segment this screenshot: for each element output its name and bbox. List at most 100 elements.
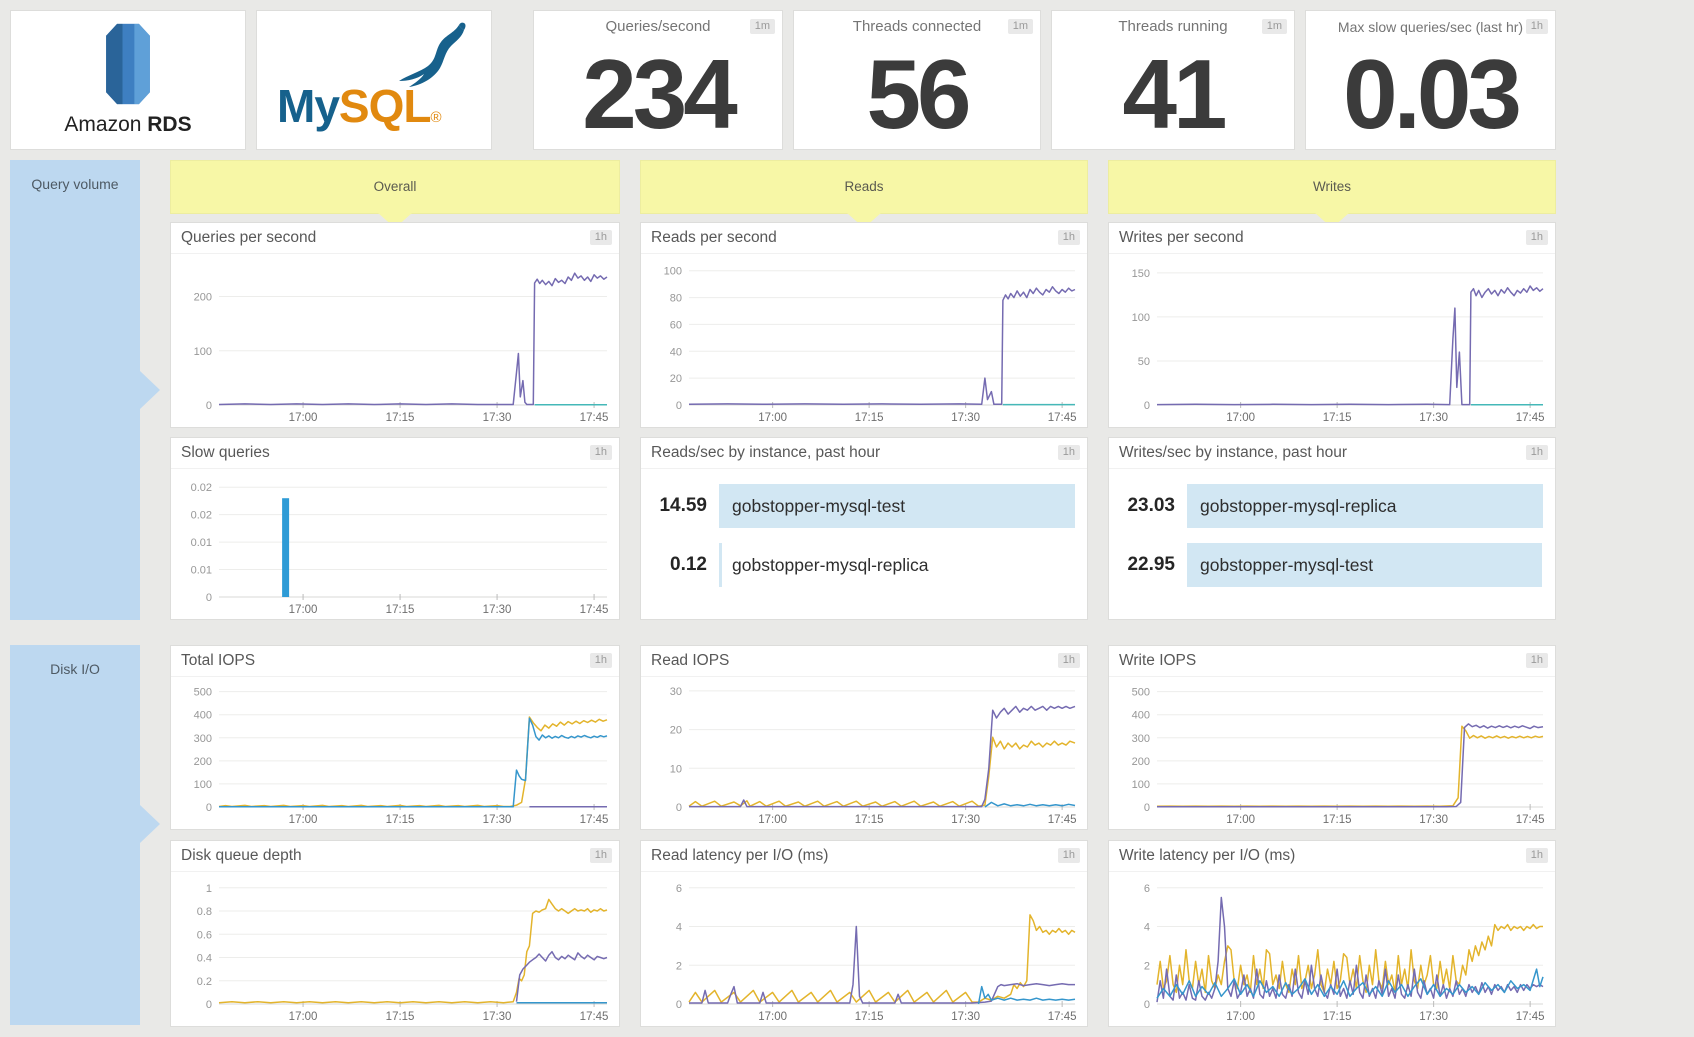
tab-overall: Overall	[170, 160, 620, 214]
bar-chart-svg: 00.010.010.020.0217:0017:1517:3017:45	[173, 469, 617, 617]
svg-text:0.2: 0.2	[197, 976, 212, 988]
svg-text:17:45: 17:45	[1048, 814, 1077, 826]
timeframe-badge: 1h	[1058, 230, 1080, 245]
toplist-bar-area: gobstopper-mysql-test	[719, 484, 1075, 528]
svg-text:4: 4	[676, 922, 682, 934]
toplist-row[interactable]: 23.03 gobstopper-mysql-replica	[1109, 484, 1543, 528]
timeframe-badge: 1h	[1058, 445, 1080, 460]
svg-text:17:30: 17:30	[483, 1011, 512, 1023]
timeframe-badge: 1m	[750, 19, 775, 34]
svg-text:0: 0	[676, 400, 682, 412]
timeframe-badge: 1h	[1058, 653, 1080, 668]
svg-text:100: 100	[664, 266, 682, 278]
line-chart-svg: 05010015017:0017:1517:3017:45	[1111, 254, 1553, 425]
chart-card-reads-per-second: Reads per second1h 02040608010017:0017:1…	[640, 222, 1088, 428]
line-chart-writes-per-second[interactable]: 05010015017:0017:1517:3017:45	[1111, 254, 1553, 425]
svg-text:17:00: 17:00	[1226, 412, 1255, 424]
svg-text:0: 0	[1144, 802, 1150, 814]
timeframe-badge: 1h	[590, 653, 612, 668]
timeframe-badge: 1h	[590, 848, 612, 863]
metric-tile-max-slow-queries: Max slow queries/sec (last hr)1h 0.03	[1305, 10, 1556, 150]
svg-text:17:45: 17:45	[580, 412, 609, 424]
svg-text:17:15: 17:15	[386, 604, 415, 616]
metric-value: 56	[794, 45, 1040, 143]
toplist-bar-area: gobstopper-mysql-replica	[1187, 484, 1543, 528]
svg-text:17:30: 17:30	[951, 412, 980, 424]
svg-text:0.8: 0.8	[197, 906, 212, 918]
svg-text:100: 100	[194, 779, 212, 791]
line-chart-write-latency[interactable]: 024617:0017:1517:3017:45	[1111, 872, 1553, 1024]
svg-text:17:30: 17:30	[1419, 814, 1448, 826]
amazon-rds-logo-icon	[97, 23, 159, 105]
svg-text:100: 100	[194, 346, 212, 358]
svg-text:0.01: 0.01	[191, 537, 212, 549]
svg-text:17:15: 17:15	[855, 1011, 884, 1023]
chart-title: Read IOPS1h	[641, 646, 1087, 677]
line-chart-svg: 010020030040050017:0017:1517:3017:45	[173, 677, 617, 827]
svg-text:200: 200	[194, 756, 212, 768]
section-label: Query volume	[31, 176, 118, 192]
toplist-bar-area: gobstopper-mysql-test	[1187, 543, 1543, 587]
svg-text:0.6: 0.6	[197, 929, 212, 941]
section-label: Disk I/O	[50, 661, 100, 677]
tab-writes: Writes	[1108, 160, 1556, 214]
svg-text:400: 400	[1132, 710, 1150, 722]
svg-text:17:45: 17:45	[1516, 412, 1545, 424]
toplist-label: gobstopper-mysql-test	[732, 484, 905, 528]
metric-tile-queries-per-second: Queries/second1m 234	[533, 10, 783, 150]
toplist-value: 0.12	[641, 543, 707, 587]
tab-reads: Reads	[640, 160, 1088, 214]
svg-text:500: 500	[1132, 687, 1150, 699]
line-chart-svg: 024617:0017:1517:3017:45	[643, 872, 1085, 1024]
svg-text:0.02: 0.02	[191, 482, 212, 494]
line-chart-queries-per-second[interactable]: 010020017:0017:1517:3017:45	[173, 254, 617, 425]
toplist-row[interactable]: 14.59 gobstopper-mysql-test	[641, 484, 1075, 528]
metric-title: Threads running1m	[1052, 11, 1294, 43]
line-chart-svg: 010020017:0017:1517:3017:45	[173, 254, 617, 425]
svg-text:17:00: 17:00	[1226, 814, 1255, 826]
svg-text:80: 80	[670, 293, 682, 305]
svg-text:17:30: 17:30	[483, 412, 512, 424]
toplist-label: gobstopper-mysql-replica	[732, 543, 928, 587]
chart-card-read-iops: Read IOPS1h 010203017:0017:1517:3017:45	[640, 645, 1088, 830]
toplist-row[interactable]: 22.95gobstopper-mysql-test	[1109, 543, 1543, 587]
timeframe-badge: 1h	[1526, 653, 1548, 668]
svg-text:17:00: 17:00	[289, 604, 318, 616]
line-chart-total-iops[interactable]: 010020030040050017:0017:1517:3017:45	[173, 677, 617, 827]
toplist-value: 23.03	[1109, 484, 1175, 528]
svg-text:50: 50	[1138, 356, 1150, 368]
mysql-wordmark: MySQL®	[277, 79, 441, 133]
metric-tile-threads-running: Threads running1m 41	[1051, 10, 1295, 150]
svg-text:0: 0	[206, 400, 212, 412]
svg-text:17:45: 17:45	[1048, 412, 1077, 424]
toplist-bar	[719, 543, 722, 587]
line-chart-reads-per-second[interactable]: 02040608010017:0017:1517:3017:45	[643, 254, 1085, 425]
chart-title: Queries per second1h	[171, 223, 619, 254]
line-chart-write-iops[interactable]: 010020030040050017:0017:1517:3017:45	[1111, 677, 1553, 827]
toplist-value: 14.59	[641, 484, 707, 528]
bar-chart-slow-queries[interactable]: 00.010.010.020.0217:0017:1517:3017:45	[173, 469, 617, 617]
line-chart-read-iops[interactable]: 010203017:0017:1517:3017:45	[643, 677, 1085, 827]
svg-text:17:00: 17:00	[758, 1011, 787, 1023]
svg-text:2: 2	[676, 960, 682, 972]
metric-title: Queries/second1m	[534, 11, 782, 43]
svg-text:4: 4	[1144, 922, 1150, 934]
toplist-row[interactable]: 0.12 gobstopper-mysql-replica	[641, 543, 1075, 587]
chart-title: Read latency per I/O (ms)1h	[641, 841, 1087, 872]
line-chart-disk-queue-depth[interactable]: 00.20.40.60.8117:0017:1517:3017:45	[173, 872, 617, 1024]
svg-text:20: 20	[670, 373, 682, 385]
svg-text:17:00: 17:00	[289, 1011, 318, 1023]
chart-card-queries-per-second: Queries per second1h 010020017:0017:1517…	[170, 222, 620, 428]
svg-text:0.01: 0.01	[191, 565, 212, 577]
line-chart-read-latency[interactable]: 024617:0017:1517:3017:45	[643, 872, 1085, 1024]
svg-text:30: 30	[670, 686, 682, 698]
mysql-tile: MySQL®	[256, 10, 492, 150]
svg-text:17:45: 17:45	[580, 1011, 609, 1023]
svg-text:0: 0	[206, 592, 212, 604]
chart-title: Total IOPS1h	[171, 646, 619, 677]
svg-text:20: 20	[670, 725, 682, 737]
chart-title: Disk queue depth1h	[171, 841, 619, 872]
svg-text:17:45: 17:45	[580, 604, 609, 616]
svg-text:17:30: 17:30	[1419, 1011, 1448, 1023]
svg-text:17:15: 17:15	[386, 1011, 415, 1023]
